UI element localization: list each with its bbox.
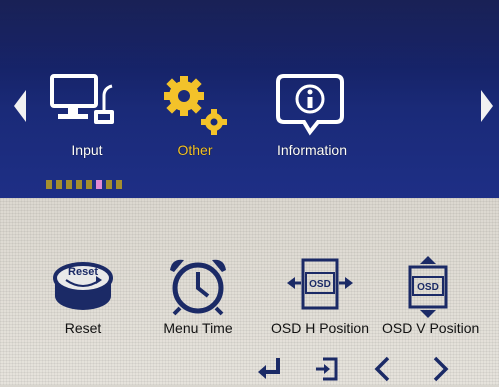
page-dot [66,180,72,189]
osd-h-icon-text: OSD [309,279,331,290]
menu-time-label: Menu Time [163,320,233,336]
reset-label: Reset [64,320,102,336]
enter-key[interactable] [256,356,282,384]
scroll-left-arrow[interactable] [14,90,26,122]
osd-h-position-item[interactable]: OSD OSD H Position [271,256,369,336]
page-dot-active [96,180,102,189]
reset-icon: Reset [53,262,113,310]
top-band-sheen [0,0,499,70]
reset-icon-text: Reset [68,266,98,278]
osd-h-position-label: OSD H Position [270,320,370,336]
tab-input[interactable]: Input [48,72,126,162]
page-dot [76,180,82,189]
right-key[interactable] [430,356,450,384]
tab-information-label: Information [276,142,348,158]
enter-icon [258,358,280,379]
exit-icon [316,357,338,381]
osd-v-position-item[interactable]: OSD OSD V Position [382,256,479,336]
osd-v-icon-text: OSD [417,282,439,293]
alarm-clock-icon [170,259,226,316]
osd-v-position-icon: OSD [408,256,448,318]
tab-other-label: Other [177,142,213,158]
exit-key[interactable] [314,356,340,384]
gears-icon [164,76,227,135]
reset-item[interactable]: Reset Reset [52,256,114,336]
info-speech-icon [276,74,344,136]
scroll-right-arrow[interactable] [481,90,493,122]
page-dot [106,180,112,189]
osd-v-position-label: OSD V Position [382,320,480,336]
page-dot [46,180,52,189]
page-dot [116,180,122,189]
tab-input-label: Input [71,142,103,158]
page-indicator [46,176,126,189]
left-key[interactable] [373,356,393,384]
monitor-input-icon [50,74,114,124]
right-icon [433,356,449,382]
left-icon [374,356,390,382]
osd-h-position-icon: OSD [287,258,353,310]
menu-time-item[interactable]: Menu Time [162,256,234,336]
page-dot [86,180,92,189]
tab-other[interactable]: Other [158,72,232,162]
page-dot [56,180,62,189]
tab-information[interactable]: Information [262,72,362,162]
